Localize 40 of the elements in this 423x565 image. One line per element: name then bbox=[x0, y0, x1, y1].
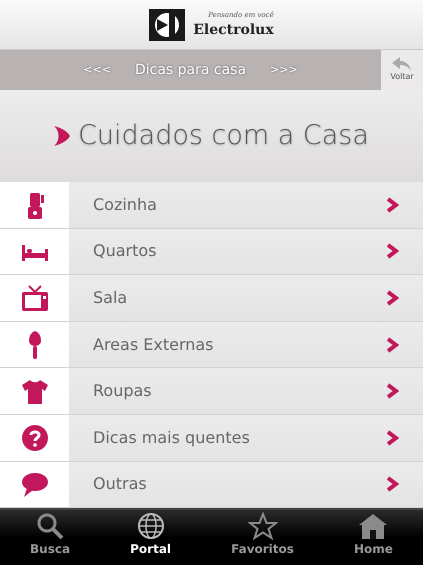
logo-icon bbox=[149, 8, 186, 40]
category-item[interactable]: Areas Externas bbox=[0, 322, 423, 368]
category-item[interactable]: Dicas mais quentes bbox=[0, 414, 423, 462]
brand-name: Electrolux bbox=[193, 23, 274, 37]
tab-button[interactable]: Favoritos bbox=[231, 510, 294, 558]
section-title: Dicas para casa bbox=[134, 60, 246, 80]
back-arrow-icon bbox=[392, 57, 412, 71]
chevron-right-icon bbox=[387, 336, 399, 353]
tab-button[interactable]: Busca bbox=[30, 510, 70, 558]
category-item[interactable]: Roupas bbox=[0, 368, 423, 415]
category-item[interactable]: Sala bbox=[0, 275, 423, 322]
category-label: Areas Externas bbox=[92, 334, 215, 356]
category-item[interactable]: Quartos bbox=[0, 228, 423, 276]
category-label: Dicas mais quentes bbox=[92, 426, 251, 449]
tab-button[interactable]: Portal bbox=[130, 510, 172, 558]
tv-icon bbox=[20, 284, 48, 312]
chevron-right-icon bbox=[387, 476, 399, 492]
chevron-right-icon bbox=[387, 383, 399, 400]
page-heading: Cuidados com a Casa bbox=[78, 118, 369, 153]
chevron-right-icon bbox=[387, 196, 399, 213]
search-icon bbox=[35, 512, 66, 540]
globe-icon bbox=[136, 512, 166, 540]
shirt-icon bbox=[20, 377, 48, 406]
chevron-right-icon bbox=[387, 290, 399, 306]
home-icon bbox=[358, 512, 388, 540]
question-icon bbox=[20, 424, 48, 452]
chevron-icon bbox=[54, 126, 70, 146]
chevron-right-icon bbox=[387, 430, 399, 446]
category-label: Quartos bbox=[92, 240, 158, 262]
category-label: Roupas bbox=[92, 380, 153, 402]
back-button[interactable]: Voltar bbox=[381, 50, 423, 90]
category-label: Cozinha bbox=[92, 194, 158, 216]
category-label: Outras bbox=[92, 473, 148, 496]
category-item[interactable]: Cozinha bbox=[0, 182, 423, 229]
category-item[interactable]: Outras bbox=[0, 462, 423, 508]
speech-bubble-icon bbox=[20, 470, 48, 498]
category-label: Sala bbox=[92, 286, 128, 309]
star-icon bbox=[248, 512, 278, 540]
chevron-right-icon bbox=[387, 243, 399, 260]
tab-button[interactable]: Home bbox=[354, 510, 393, 558]
